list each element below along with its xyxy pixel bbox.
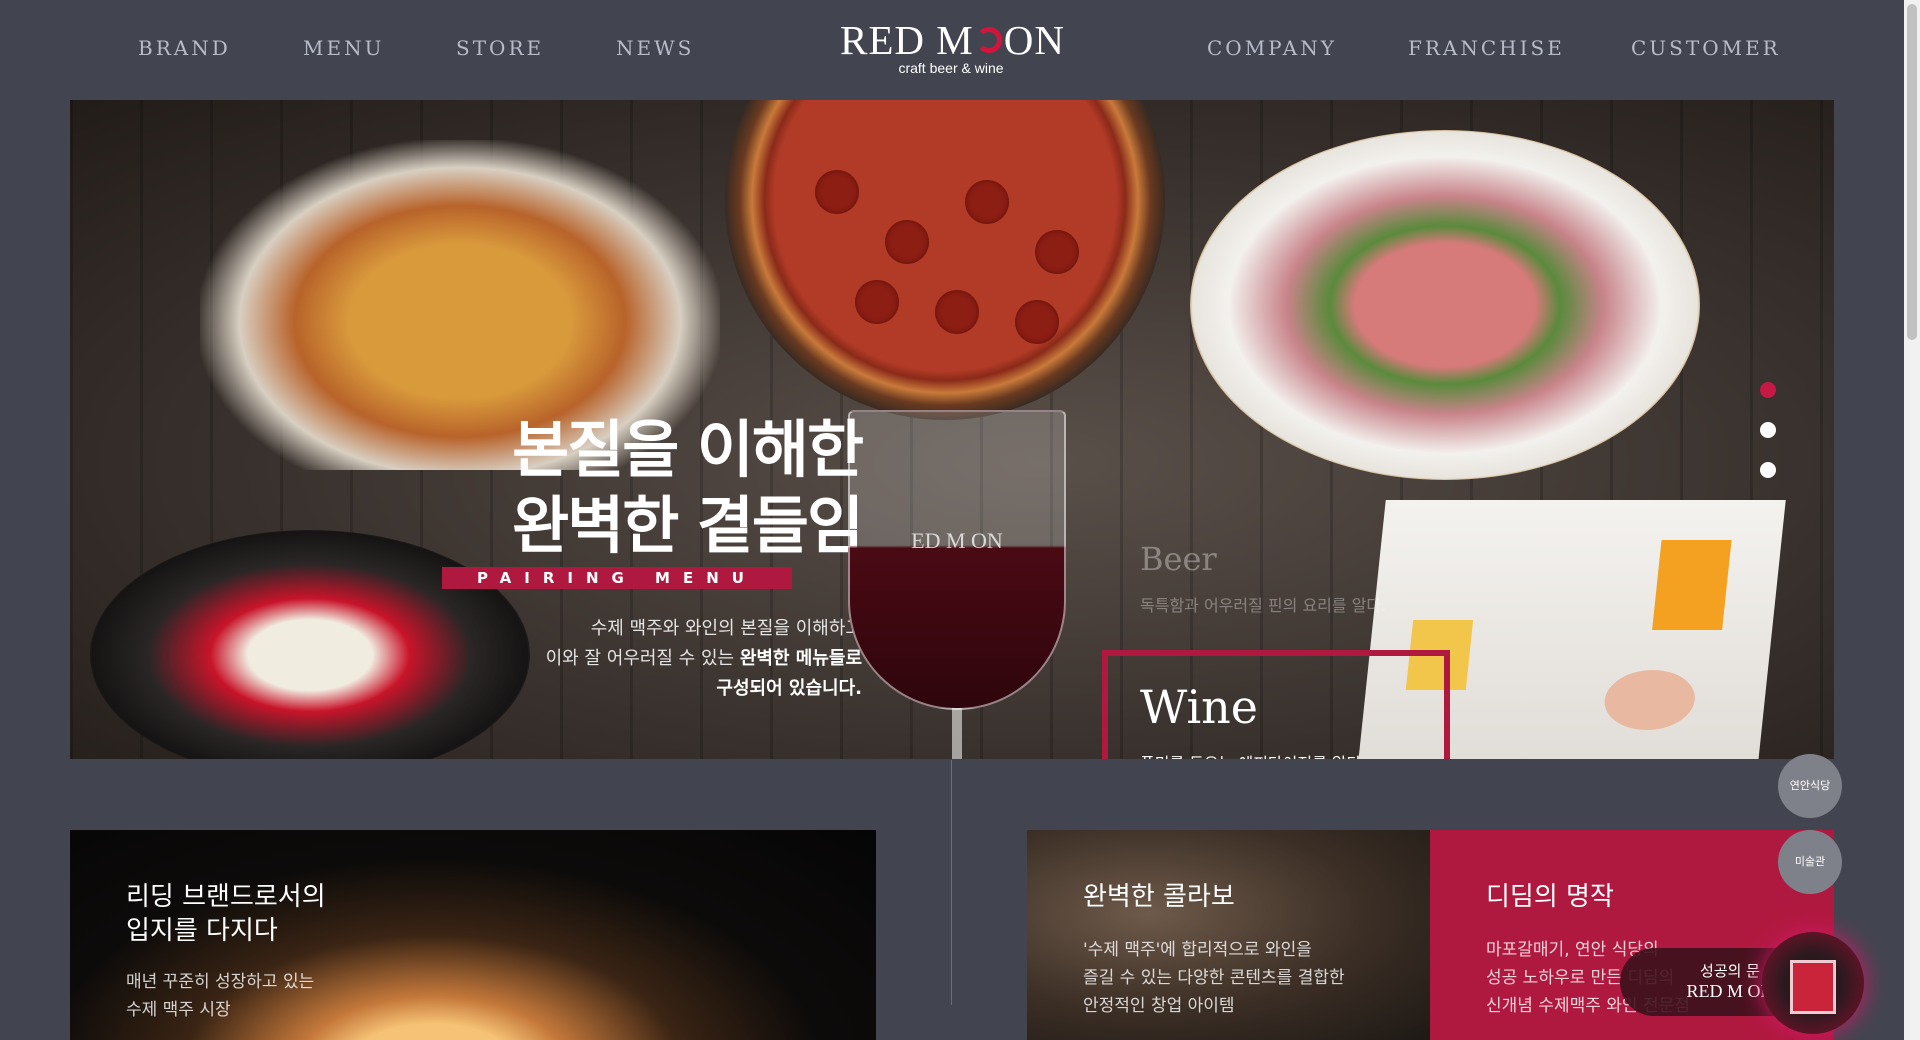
section-divider	[951, 760, 952, 1005]
hero-headline: 본질을 이해한 완벽한 곁들임	[512, 413, 864, 562]
hero-banner: 본질을 이해한 완벽한 곁들임 PAIRING MENU 수제 맥주와 와인의 …	[70, 100, 1834, 759]
slider-dot-1[interactable]	[1760, 382, 1776, 398]
nav-news[interactable]: NEWS	[616, 36, 694, 60]
beer-description: 독특함과 어우러질 핀의 요리를 알다.	[1140, 596, 1387, 615]
nav-customer[interactable]: CUSTOMER	[1631, 36, 1781, 60]
door-icon-button[interactable]	[1762, 932, 1864, 1034]
door-icon	[1790, 960, 1836, 1014]
site-logo[interactable]: RED M ON craft beer & wine	[840, 17, 1065, 76]
leading-brand-card[interactable]: 리딩 브랜드로서의 입지를 다지다 매년 꾸준히 성장하고 있는 수제 맥주 시…	[70, 830, 876, 1040]
wine-glass-image: ED M ON	[848, 410, 1066, 759]
hero-description: 수제 맥주와 와인의 본질을 이해하고 이와 잘 어우러질 수 있는 완벽한 메…	[545, 618, 862, 699]
slider-dot-3[interactable]	[1760, 462, 1776, 478]
moon-icon	[975, 27, 1002, 53]
card-title: 완벽한 콜라보	[1083, 882, 1235, 912]
nav-brand[interactable]: BRAND	[138, 36, 231, 60]
nav-store[interactable]: STORE	[456, 36, 544, 60]
scrollbar-thumb[interactable]	[1907, 4, 1917, 340]
card-title: 리딩 브랜드로서의 입지를 다지다	[126, 882, 326, 946]
nav-menu[interactable]: MENU	[303, 36, 384, 60]
wine-label[interactable]: Wine	[1140, 680, 1258, 734]
pairing-menu-tag: PAIRING MENU	[442, 567, 792, 589]
card-description: 매년 꾸준히 성장하고 있는 수제 맥주 시장	[126, 972, 315, 1020]
pizza-image	[725, 100, 1165, 420]
card-title: 디딤의 명작	[1486, 882, 1614, 912]
beer-label[interactable]: Beer	[1140, 540, 1217, 578]
collaboration-card[interactable]: 완벽한 콜라보 '수제 맥주'에 합리적으로 와인을 즐길 수 있는 다양한 콘…	[1027, 830, 1430, 1040]
nav-franchise[interactable]: FRANCHISE	[1408, 36, 1565, 60]
logo-title: RED M ON	[840, 17, 1065, 63]
misulgwan-link[interactable]: 미술관	[1778, 830, 1842, 894]
nav-company[interactable]: COMPANY	[1207, 36, 1337, 60]
card-description: '수제 맥주'에 합리적으로 와인을 즐길 수 있는 다양한 콘텐츠를 결합한 …	[1083, 940, 1345, 1016]
yeonan-sikdang-link[interactable]: 연안식당	[1778, 754, 1842, 818]
salad-platter-image	[1190, 130, 1700, 480]
glass-logo: ED M ON	[911, 528, 1003, 553]
wine-description: 풍미를 돋우는 에피타이저를 알다.	[1140, 750, 1366, 759]
page-scrollbar[interactable]	[1904, 0, 1920, 1040]
slider-dot-2[interactable]	[1760, 422, 1776, 438]
